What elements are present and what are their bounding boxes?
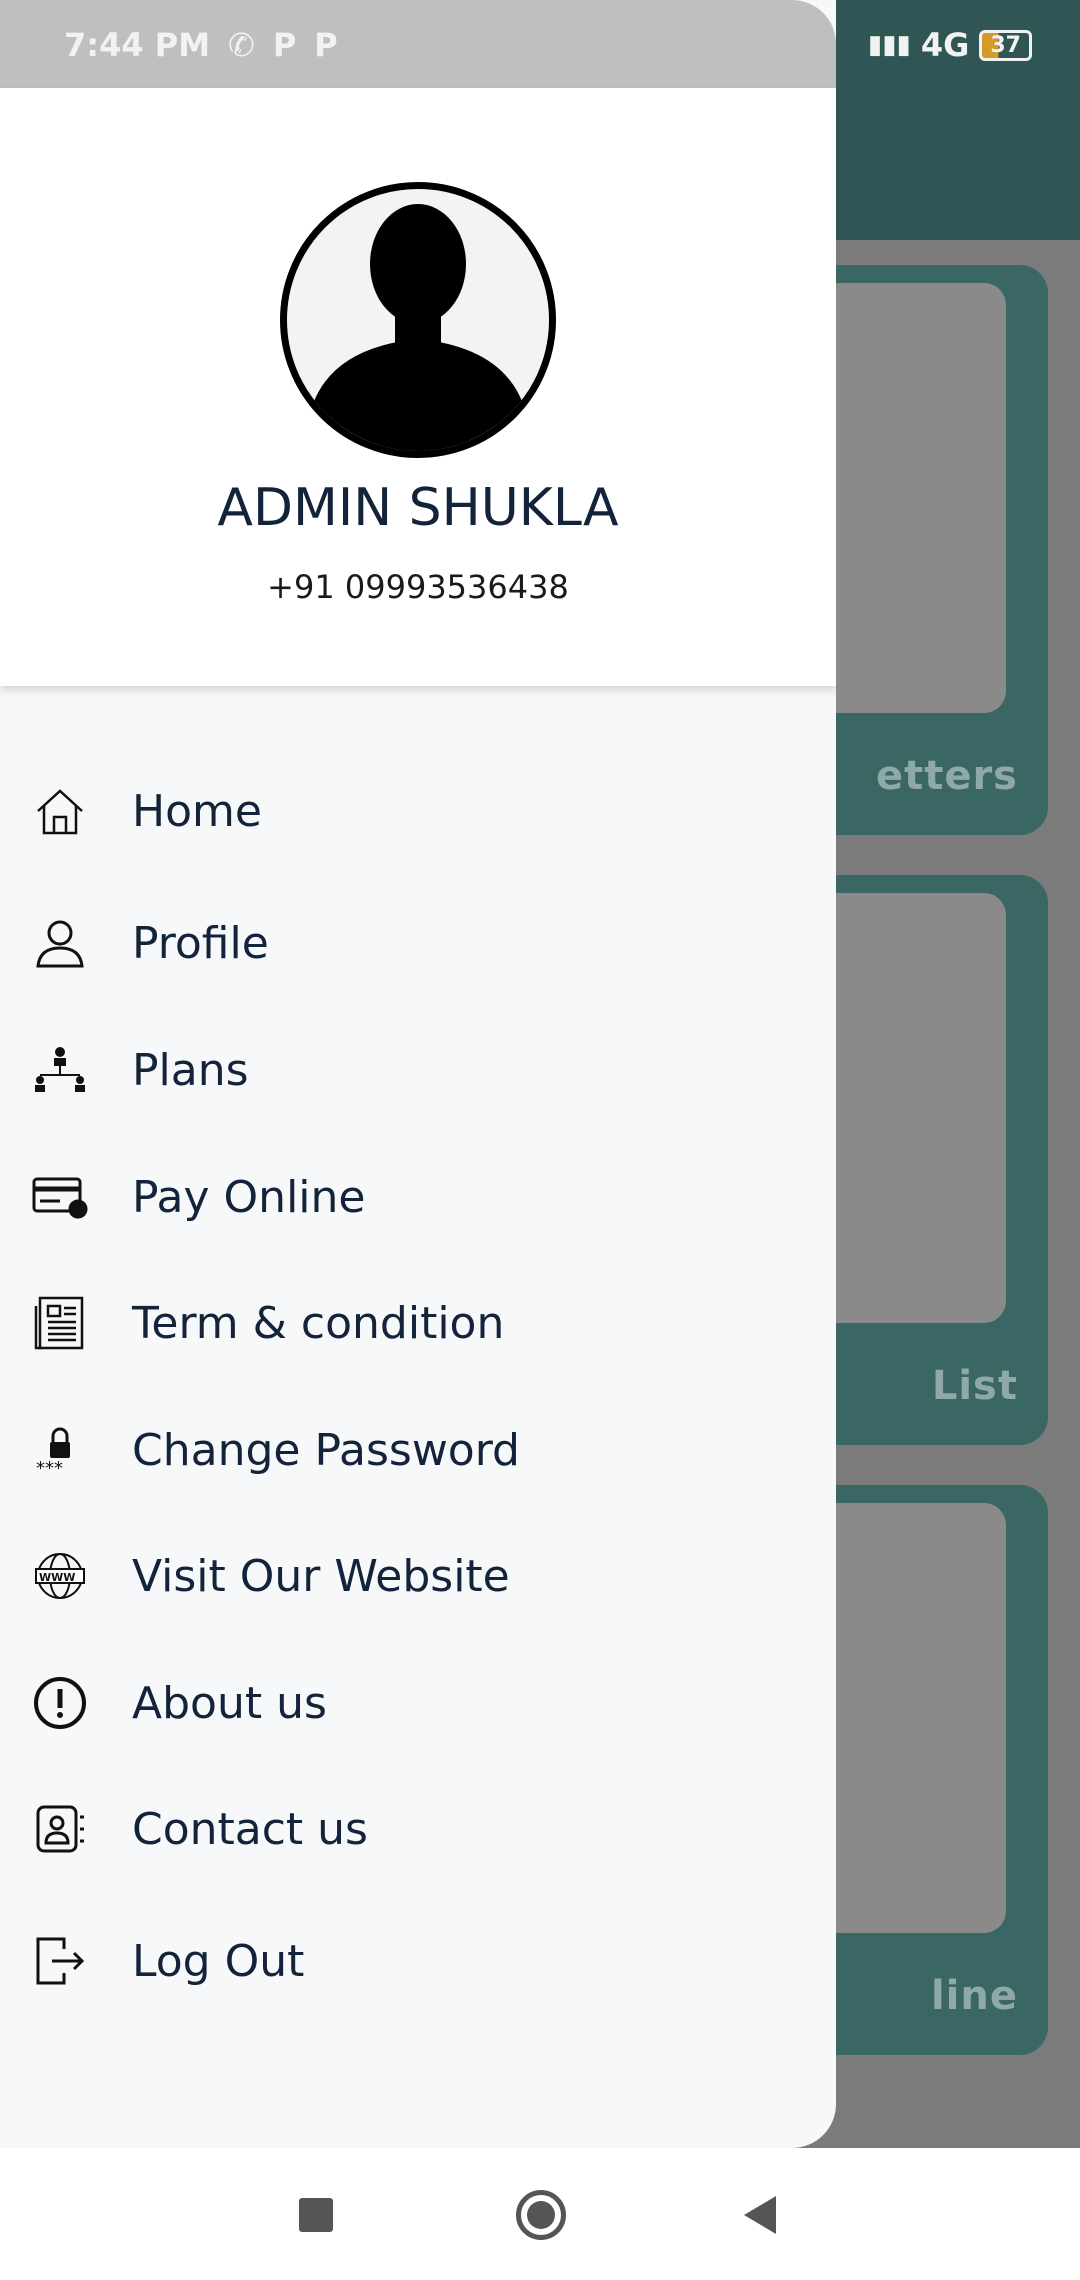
menu-item-about[interactable]: About us <box>0 1653 836 1753</box>
menu-label: About us <box>132 1677 327 1729</box>
globe-icon: WWW <box>32 1548 88 1604</box>
menu-item-change-password[interactable]: *** Change Password <box>0 1400 836 1500</box>
menu-item-terms[interactable]: Term & condition <box>0 1273 836 1373</box>
menu-label: Plans <box>132 1044 249 1096</box>
user-phone: +91 09993536438 <box>267 568 569 606</box>
hierarchy-icon <box>32 1042 88 1098</box>
drawer-header: ADMIN SHUKLA +91 09993536438 <box>0 88 836 686</box>
navigation-drawer: ADMIN SHUKLA +91 09993536438 Home Profil… <box>0 0 836 2148</box>
menu-label: Home <box>132 785 262 837</box>
home-icon <box>32 783 88 839</box>
menu-item-logout[interactable]: Log Out <box>0 1911 836 2011</box>
menu-label: Log Out <box>132 1935 305 1987</box>
network-type: 4G <box>920 26 970 64</box>
signal-icon: ▮▮▮ <box>867 30 911 60</box>
back-button[interactable] <box>744 2196 776 2234</box>
menu-label: Change Password <box>132 1424 520 1476</box>
system-nav-bar <box>0 2148 1080 2280</box>
whatsapp-icon: ✆ <box>228 26 255 64</box>
menu-item-home[interactable]: Home <box>0 761 836 861</box>
avatar <box>280 182 556 458</box>
contact-icon <box>32 1801 88 1857</box>
menu-label: Term & condition <box>132 1297 505 1349</box>
parking-icon: P <box>314 26 338 64</box>
info-icon <box>32 1675 88 1731</box>
menu-item-plans[interactable]: Plans <box>0 1020 836 1120</box>
lock-icon: *** <box>32 1422 88 1478</box>
svg-text:***: *** <box>36 1458 63 1476</box>
card-icon <box>32 1169 88 1225</box>
menu-label: Visit Our Website <box>132 1550 510 1602</box>
logout-icon <box>32 1933 88 1989</box>
user-name: ADMIN SHUKLA <box>217 478 619 538</box>
menu-item-pay-online[interactable]: Pay Online <box>0 1147 836 1247</box>
recents-button[interactable] <box>299 2198 333 2232</box>
battery-icon: 37 <box>979 29 1032 61</box>
menu-item-profile[interactable]: Profile <box>0 893 836 993</box>
parking-icon: P <box>272 26 297 64</box>
home-button[interactable] <box>516 2190 566 2240</box>
menu-label: Contact us <box>132 1803 368 1855</box>
menu-label: Pay Online <box>132 1171 366 1223</box>
status-bar: 7:44 PM ✆ P P ▮▮▮ 4G 37 <box>0 0 1080 88</box>
user-icon <box>32 915 88 971</box>
menu-item-website[interactable]: WWW Visit Our Website <box>0 1526 836 1626</box>
clock: 7:44 PM <box>64 26 211 64</box>
document-icon <box>32 1295 88 1351</box>
menu-item-contact[interactable]: Contact us <box>0 1779 836 1879</box>
menu-label: Profile <box>132 917 269 969</box>
battery-level: 37 <box>990 32 1021 58</box>
svg-text:WWW: WWW <box>39 1571 75 1584</box>
